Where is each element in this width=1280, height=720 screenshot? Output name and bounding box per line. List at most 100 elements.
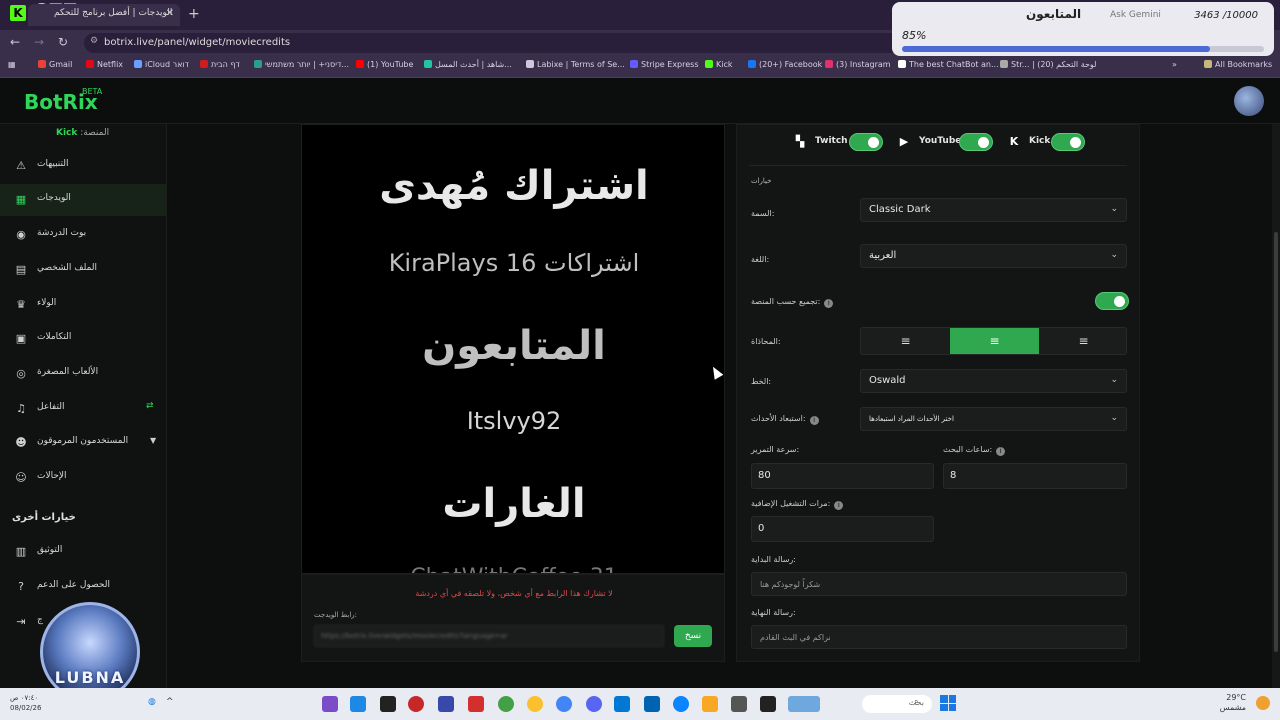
user-avatar[interactable] bbox=[1234, 86, 1264, 116]
start-message-input[interactable]: شكراً لوجودكم هنا bbox=[751, 572, 1127, 596]
kick-icon: K bbox=[1009, 135, 1019, 148]
widget-thumbnail[interactable] bbox=[788, 696, 820, 712]
sidebar-item-referrals[interactable]: ☺ الإحالات bbox=[0, 462, 166, 494]
weather[interactable]: 29°C مشمس bbox=[1220, 693, 1246, 713]
tab-title: الويدجات | أفضل برنامج للتحكم bbox=[54, 8, 173, 18]
language-select[interactable]: العربية ⌄ bbox=[860, 244, 1127, 268]
app-icon-5[interactable] bbox=[760, 696, 776, 712]
id-card-icon: ▤ bbox=[15, 263, 27, 276]
copy-link-button[interactable]: نسخ bbox=[674, 625, 712, 647]
sidebar-item-interaction[interactable]: ♫ التفاعل ⇄ bbox=[0, 393, 166, 425]
edge-browser-icon[interactable] bbox=[673, 696, 689, 712]
sidebar-item-minigames[interactable]: ◎ الألعاب المصغرة bbox=[0, 358, 166, 390]
back-icon[interactable]: ← bbox=[10, 35, 20, 49]
reload-icon[interactable]: ↻ bbox=[58, 35, 68, 49]
gamepad-icon: ◎ bbox=[16, 367, 26, 380]
bookmark-instagram[interactable]: (3) Instagram bbox=[825, 60, 891, 69]
bookmark-icloud[interactable]: iCloud דואר bbox=[134, 60, 189, 69]
align-center-button[interactable]: ≡ bbox=[950, 328, 1039, 354]
app-icon-3[interactable] bbox=[468, 696, 484, 712]
extra-replays-input[interactable]: 0 bbox=[751, 516, 934, 542]
widget-link-input[interactable]: https://botrix.live/widgets/moviecredits… bbox=[314, 625, 664, 647]
preview-raids-heading: الغارات bbox=[442, 481, 586, 527]
discord-icon[interactable] bbox=[586, 696, 602, 712]
preview-raid-entry: ChatWithCoffee 31 bbox=[302, 565, 724, 573]
sidebar-item-integrations[interactable]: ▣ التكاملات bbox=[0, 323, 166, 355]
outlook-icon[interactable] bbox=[614, 696, 630, 712]
bookmarks-bar: ▦ Gmail Netflix iCloud דואר דף הבית דיסנ… bbox=[0, 56, 1280, 78]
page-scrollbar[interactable] bbox=[1272, 124, 1280, 688]
search-hours-input[interactable]: 8 bbox=[943, 463, 1127, 489]
vscode-icon[interactable] bbox=[350, 696, 366, 712]
bookmark-home[interactable]: דף הבית bbox=[200, 60, 240, 69]
files-icon[interactable] bbox=[702, 696, 718, 712]
new-tab-icon[interactable]: + bbox=[188, 6, 200, 22]
group-by-platform-toggle[interactable] bbox=[1095, 292, 1129, 310]
app-icon-4[interactable] bbox=[731, 696, 747, 712]
font-label: الخط: bbox=[751, 377, 772, 386]
scroll-speed-input[interactable]: 80 bbox=[751, 463, 934, 489]
obs-icon[interactable] bbox=[408, 696, 424, 712]
chrome-icon[interactable] bbox=[498, 696, 514, 712]
theme-select[interactable]: Classic Dark ⌄ bbox=[860, 198, 1127, 222]
scrollbar-thumb[interactable] bbox=[1274, 232, 1278, 652]
all-bookmarks[interactable]: All Bookmarks bbox=[1204, 60, 1272, 69]
forward-icon[interactable]: → bbox=[34, 35, 44, 49]
overlay-percent: 85% bbox=[902, 29, 927, 42]
bookmark-netflix[interactable]: Netflix bbox=[86, 60, 123, 69]
youtube-toggle[interactable] bbox=[959, 133, 993, 151]
help-icon: ? bbox=[18, 580, 24, 593]
sidebar-item-loyalty[interactable]: ♛ الولاء bbox=[0, 289, 166, 321]
avatar-portrait bbox=[40, 602, 140, 702]
sidebar-item-docs[interactable]: ▥ التوثيق bbox=[0, 536, 166, 568]
sidebar-item-alerts[interactable]: ⚠ التنبيهات bbox=[0, 150, 166, 182]
chevron-down-icon: ⌄ bbox=[1110, 413, 1118, 423]
store-icon[interactable] bbox=[644, 696, 660, 712]
chevron-up-icon[interactable]: ^ bbox=[166, 697, 174, 707]
align-right-button[interactable]: ≡ bbox=[1039, 328, 1126, 354]
url-input[interactable]: ⚙ botrix.live/panel/widget/moviecredits bbox=[84, 33, 904, 53]
bookmark-chatbot[interactable]: The best ChatBot an... bbox=[898, 60, 999, 69]
overlay-progress-bar bbox=[902, 46, 1264, 52]
site-info-icon[interactable]: ⚙ bbox=[90, 36, 98, 46]
bookmark-shahid[interactable]: شاهد | أحدث المسل... bbox=[424, 60, 512, 69]
bookmark-labixe[interactable]: Labixe | Terms of Se... bbox=[526, 60, 625, 69]
new-indicator-icon: ⇄ bbox=[146, 401, 154, 411]
app-icon-2[interactable] bbox=[438, 696, 454, 712]
exclude-events-select[interactable]: اختر الأحداث المراد استبعادها ⌄ bbox=[860, 407, 1127, 431]
terminal-icon[interactable] bbox=[380, 696, 396, 712]
robot-icon: ◉ bbox=[16, 228, 26, 241]
ask-gemini-button[interactable]: Ask Gemini bbox=[1110, 10, 1161, 20]
font-select[interactable]: Oswald ⌄ bbox=[860, 369, 1127, 393]
chevron-down-icon: ▼ bbox=[150, 436, 157, 445]
end-message-input[interactable]: نراكم في البث القادم bbox=[751, 625, 1127, 649]
sidebar-item-widgets[interactable]: ▦ الويدجات bbox=[0, 184, 166, 216]
taskbar-search[interactable]: بحث ⌕ bbox=[862, 695, 932, 713]
chrome-canary-icon[interactable] bbox=[527, 696, 543, 712]
kick-toggle[interactable] bbox=[1051, 133, 1085, 151]
app-icon-1[interactable] bbox=[322, 696, 338, 712]
bookmark-youtube[interactable]: (1) YouTube bbox=[356, 60, 413, 69]
bookmark-stripe[interactable]: Stripe Express bbox=[630, 60, 699, 69]
browser-tab[interactable]: الويدجات | أفضل برنامج للتحكم ✕ bbox=[28, 4, 180, 26]
users-icon: ☻ bbox=[15, 436, 27, 449]
sidebar-item-profile[interactable]: ▤ الملف الشخصي bbox=[0, 254, 166, 286]
bookmark-gmail[interactable]: Gmail bbox=[38, 60, 72, 69]
link-warning: لا تشارك هذا الرابط مع أي شخص، ولا تلصقه… bbox=[415, 589, 613, 598]
bookmark-dashboard[interactable]: Str... | لوحة التحكم (20) bbox=[1000, 60, 1097, 69]
edge-icon[interactable]: ◍ bbox=[148, 697, 156, 707]
preview-gift-sub-heading: اشتراك مُهدى bbox=[379, 163, 649, 209]
widget-preview: اشتراك مُهدى KiraPlays 16 اشتراكات المتا… bbox=[301, 124, 725, 574]
chrome-active-icon[interactable] bbox=[556, 696, 572, 712]
sidebar-item-chatbot[interactable]: ◉ بوت الدردشة bbox=[0, 219, 166, 251]
bookmark-kick[interactable]: Kick bbox=[705, 60, 733, 69]
close-tab-icon[interactable]: ✕ bbox=[166, 8, 174, 19]
sidebar-item-vip-users[interactable]: ☻ المستخدمون المرموقون ▼ bbox=[0, 427, 166, 459]
bookmark-disney[interactable]: דיסני+ | יותר משתמשי... bbox=[254, 60, 349, 69]
align-left-button[interactable]: ≡ bbox=[861, 328, 950, 354]
windows-start-icon[interactable] bbox=[940, 695, 956, 711]
twitch-toggle[interactable] bbox=[849, 133, 883, 151]
apps-icon[interactable]: ▦ bbox=[8, 60, 16, 69]
bookmark-facebook[interactable]: (20+) Facebook bbox=[748, 60, 822, 69]
bookmarks-more-icon[interactable]: » bbox=[1172, 60, 1177, 69]
